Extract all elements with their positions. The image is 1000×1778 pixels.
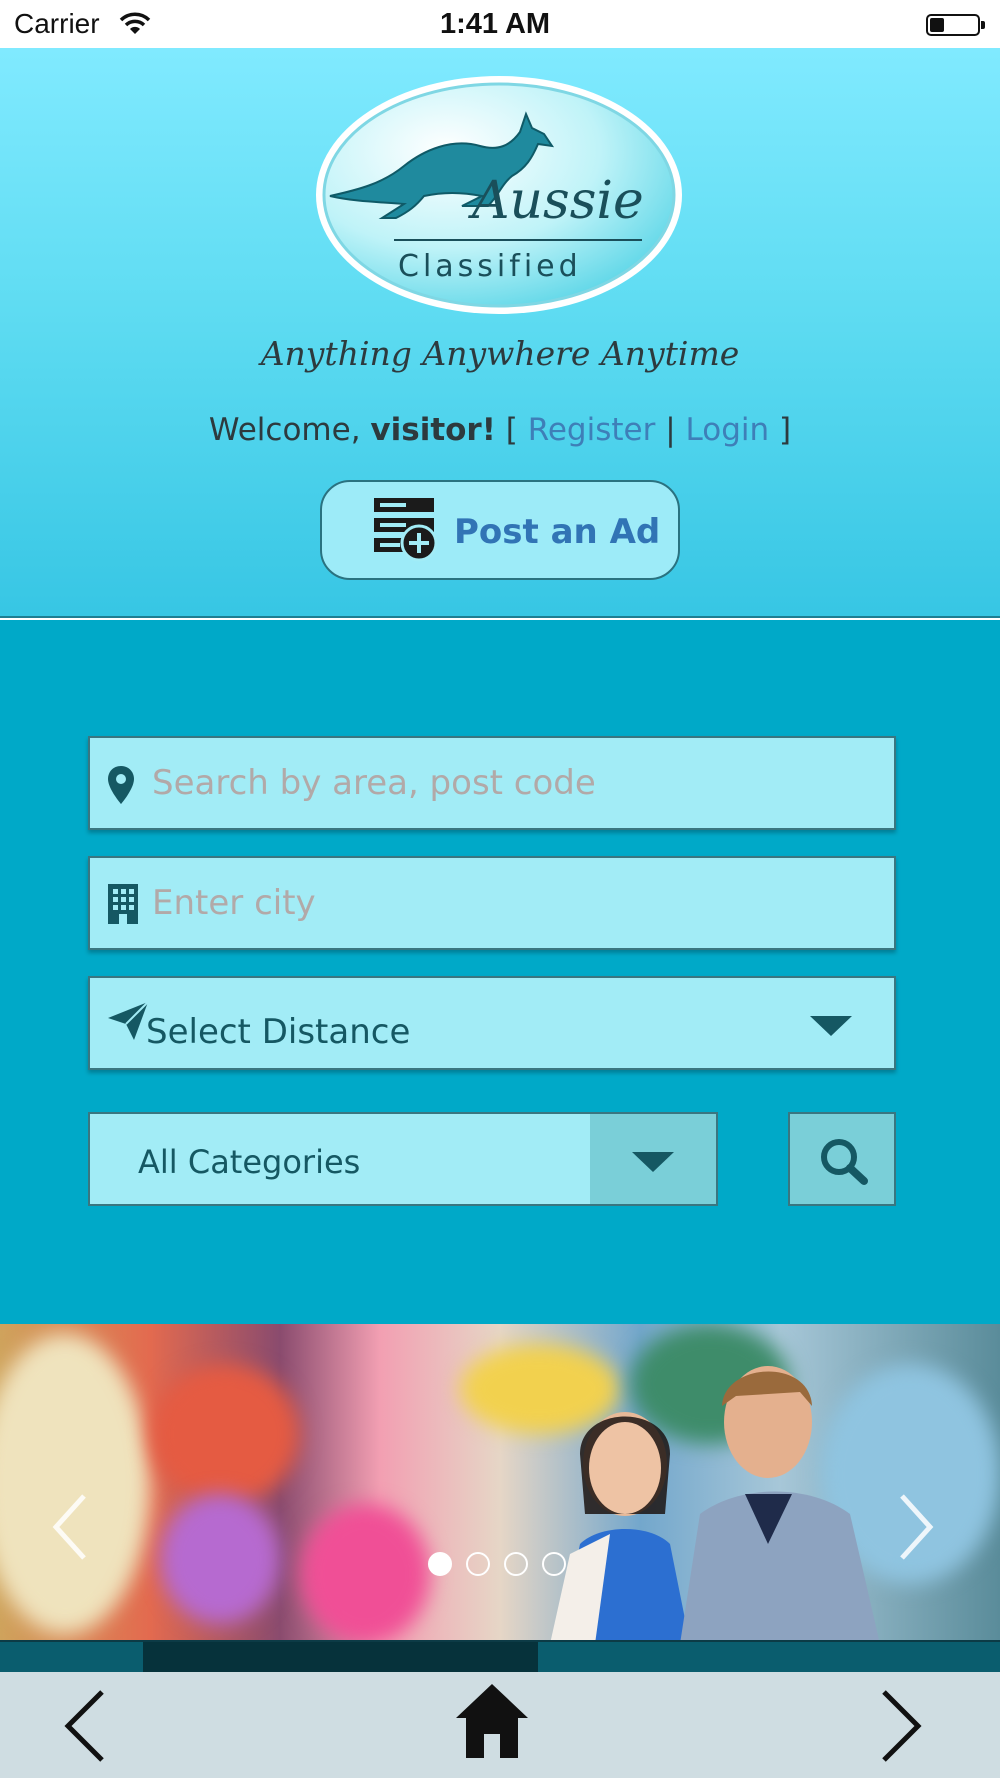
carousel-prev-icon[interactable] <box>50 1492 90 1566</box>
location-pin-icon <box>106 764 136 810</box>
link-separator: | <box>665 412 676 448</box>
distance-select[interactable]: Select Distance <box>88 976 896 1070</box>
app-header: Aussie Classified Anything Anywhere Anyt… <box>0 48 1000 618</box>
register-link[interactable]: Register <box>528 412 656 448</box>
battery-nub <box>981 21 985 29</box>
chevron-right-icon[interactable] <box>876 1686 926 1770</box>
category-select[interactable]: All Categories <box>88 1112 718 1206</box>
area-search-input[interactable]: Search by area, post code <box>88 736 896 830</box>
carousel-progress-bar <box>0 1640 1000 1672</box>
status-bar: Carrier 1:41 AM <box>0 0 1000 48</box>
category-value: All Categories <box>138 1143 361 1181</box>
post-ad-label: Post an Ad <box>454 512 661 552</box>
carousel-progress-fill <box>143 1642 538 1672</box>
post-ad-icon <box>372 496 438 566</box>
carousel-dot[interactable] <box>542 1552 566 1576</box>
paper-plane-icon <box>106 1000 150 1046</box>
home-icon[interactable] <box>454 1682 530 1766</box>
aussie-classified-logo: Aussie Classified <box>312 72 686 318</box>
chevron-down-icon <box>632 1152 674 1172</box>
welcome-line: Welcome, visitor! [ Register | Login ] <box>0 412 1000 448</box>
city-placeholder: Enter city <box>152 883 316 923</box>
welcome-prefix: Welcome, <box>208 412 361 448</box>
area-search-placeholder: Search by area, post code <box>152 763 596 803</box>
carousel-dot[interactable] <box>504 1552 528 1576</box>
distance-value: Select Distance <box>146 1012 411 1052</box>
category-dropdown-toggle[interactable] <box>590 1114 716 1204</box>
search-button[interactable] <box>788 1112 896 1206</box>
chevron-down-icon <box>810 1016 852 1036</box>
login-link[interactable]: Login <box>686 412 770 448</box>
bottom-toolbar <box>0 1672 1000 1778</box>
bracket-close: ] <box>779 412 792 448</box>
carrier-label: Carrier <box>14 8 100 39</box>
logo-brand-text: Aussie <box>468 171 644 231</box>
carousel-next-icon[interactable] <box>896 1492 936 1566</box>
post-ad-button[interactable]: Post an Ad <box>320 480 680 580</box>
search-icon <box>821 1139 868 1185</box>
banner-carousel[interactable] <box>0 1324 1000 1640</box>
building-icon <box>106 882 140 930</box>
tagline: Anything Anywhere Anytime <box>260 334 740 373</box>
carousel-dot[interactable] <box>428 1552 452 1576</box>
wifi-icon <box>118 10 152 40</box>
carousel-dot[interactable] <box>466 1552 490 1576</box>
banner-photo <box>550 1366 880 1640</box>
city-input[interactable]: Enter city <box>88 856 896 950</box>
chevron-left-icon[interactable] <box>60 1686 110 1770</box>
battery-icon <box>926 14 980 36</box>
logo-sub-text: Classified <box>398 249 582 284</box>
bracket-open: [ <box>505 412 518 448</box>
search-panel: Search by area, post code Enter city Sel… <box>0 620 1000 1324</box>
welcome-user: visitor! <box>370 412 496 448</box>
